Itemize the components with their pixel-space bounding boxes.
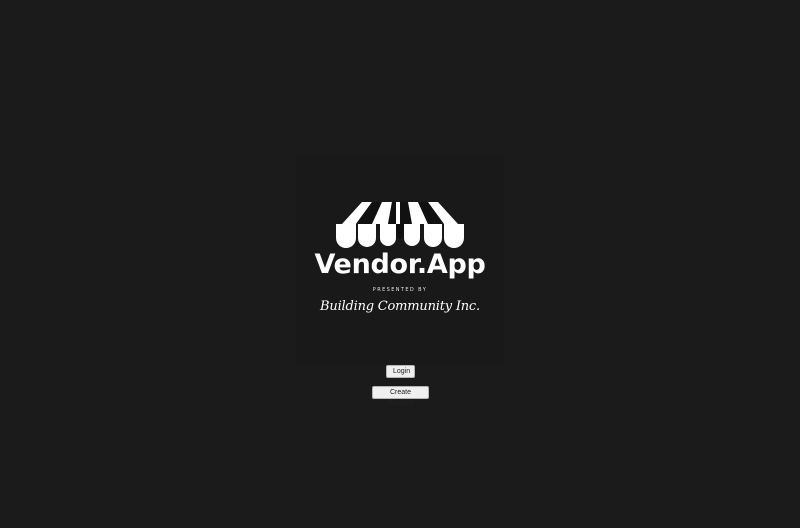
app-screen: Vendor.App PRESENTED BY Building Communi… — [0, 0, 800, 528]
brand-title: Vendor.App — [314, 249, 486, 280]
brand-logo: Vendor.App PRESENTED BY Building Communi… — [296, 156, 504, 364]
login-button[interactable]: Login — [386, 365, 415, 378]
presented-by-label: PRESENTED BY — [372, 287, 428, 293]
create-account-button[interactable]: Create Account — [372, 386, 429, 407]
awning-icon — [336, 202, 464, 248]
organization-name: Building Community Inc. — [320, 299, 480, 314]
